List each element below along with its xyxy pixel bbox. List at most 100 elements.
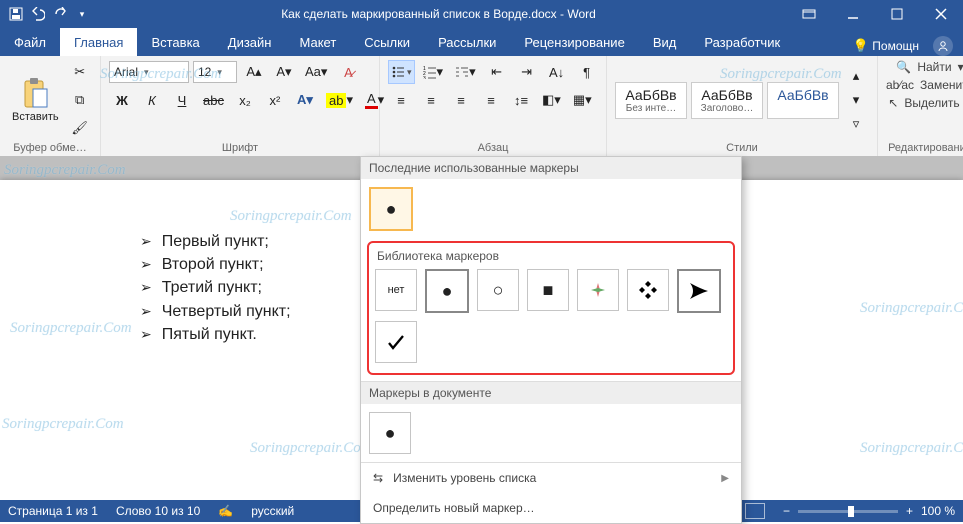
tab-insert[interactable]: Вставка xyxy=(137,28,213,56)
underline-button[interactable]: Ч xyxy=(169,88,195,112)
tab-layout[interactable]: Макет xyxy=(285,28,350,56)
bullet-square[interactable]: ■ xyxy=(527,269,569,311)
tab-design[interactable]: Дизайн xyxy=(214,28,286,56)
select-label: Выделить xyxy=(904,96,959,110)
bullet-circle[interactable]: ○ xyxy=(477,269,519,311)
cursor-icon: ↖ xyxy=(888,96,898,110)
bullet-none[interactable]: нет xyxy=(375,269,417,311)
superscript-button[interactable]: x² xyxy=(262,88,288,112)
decrease-indent-button[interactable]: ⇤ xyxy=(484,60,510,84)
borders-button[interactable]: ▦▾ xyxy=(569,88,596,112)
replace-icon: ab⁄ac xyxy=(886,78,914,92)
bullet-disc[interactable]: ● xyxy=(425,269,469,313)
line-spacing-button[interactable]: ↕≡ xyxy=(508,88,534,112)
align-right-button[interactable]: ≡ xyxy=(448,88,474,112)
justify-button[interactable]: ≡ xyxy=(478,88,504,112)
style-normal[interactable]: АаБбВв Без инте… xyxy=(615,82,687,119)
font-size-combo[interactable]: 12▾ xyxy=(193,61,237,83)
sort-button[interactable]: A↓ xyxy=(544,60,570,84)
list-text: Первый пункт; xyxy=(162,230,269,253)
style-accent[interactable]: АаБбВв xyxy=(767,82,839,119)
ribbon-display-options-icon[interactable] xyxy=(787,0,831,28)
bullet-arrowhead[interactable] xyxy=(677,269,721,313)
find-button[interactable]: 🔍Найти ▾ xyxy=(896,60,963,74)
replace-button[interactable]: ab⁄acЗаменить xyxy=(886,78,963,92)
close-button[interactable] xyxy=(919,0,963,28)
minimize-button[interactable] xyxy=(831,0,875,28)
bullet-indoc-disc[interactable]: ● xyxy=(369,412,411,454)
zoom-in-icon[interactable]: + xyxy=(906,504,913,518)
save-icon[interactable] xyxy=(8,6,24,22)
select-button[interactable]: ↖Выделить ▾ xyxy=(888,96,963,110)
find-label: Найти xyxy=(917,60,951,74)
font-name-combo[interactable]: Arial▾ xyxy=(109,61,189,83)
shrink-font-button[interactable]: A▾ xyxy=(271,60,297,84)
subscript-button[interactable]: x₂ xyxy=(232,88,258,112)
tab-file[interactable]: Файл xyxy=(0,28,60,56)
zoom-slider[interactable]: − + 100 % xyxy=(783,504,955,518)
style-heading[interactable]: АаБбВв Заголово… xyxy=(691,82,763,119)
bullet-diamonds[interactable] xyxy=(627,269,669,311)
dd-indoc-title: Маркеры в документе xyxy=(361,381,741,404)
list-text: Второй пункт; xyxy=(162,253,264,276)
strikethrough-button[interactable]: abc xyxy=(199,88,228,112)
tab-home[interactable]: Главная xyxy=(60,28,137,56)
status-language[interactable]: русский xyxy=(251,504,294,518)
tell-me[interactable]: 💡 Помощн xyxy=(853,38,919,54)
change-case-button[interactable]: Aa▾ xyxy=(301,60,331,84)
window-title: Как сделать маркированный список в Ворде… xyxy=(90,7,787,21)
tab-developer[interactable]: Разработчик xyxy=(690,28,794,56)
paste-button[interactable]: Вставить xyxy=(8,75,63,125)
clear-formatting-button[interactable]: A̷ xyxy=(335,60,361,84)
view-web-icon[interactable] xyxy=(745,503,765,519)
bullet-4diamond[interactable] xyxy=(577,269,619,311)
copy-button[interactable]: ⧉ xyxy=(67,88,93,112)
format-painter-button[interactable]: 🖌 xyxy=(67,116,93,140)
numbering-button[interactable]: 123▾ xyxy=(419,60,448,84)
align-left-button[interactable]: ≡ xyxy=(388,88,414,112)
paste-label: Вставить xyxy=(12,111,59,123)
define-new-label: Определить новый маркер… xyxy=(373,501,535,515)
italic-button[interactable]: К xyxy=(139,88,165,112)
list-text: Четвертый пункт; xyxy=(162,300,291,323)
styles-gallery-more-icon[interactable]: ▿ xyxy=(843,112,869,136)
show-marks-button[interactable]: ¶ xyxy=(574,60,600,84)
redo-icon[interactable] xyxy=(52,6,68,22)
styles-gallery-down-icon[interactable]: ▾ xyxy=(843,88,869,112)
grow-font-button[interactable]: A▴ xyxy=(241,60,267,84)
status-words[interactable]: Слово 10 из 10 xyxy=(116,504,200,518)
cut-button[interactable]: ✂ xyxy=(67,60,93,84)
change-list-level[interactable]: ⇆ Изменить уровень списка ▶ xyxy=(361,463,741,493)
tab-view[interactable]: Вид xyxy=(639,28,691,56)
increase-indent-button[interactable]: ⇥ xyxy=(514,60,540,84)
arrow-bullet-icon: ➢ xyxy=(140,301,152,321)
arrow-bullet-icon: ➢ xyxy=(140,254,152,274)
shading-button[interactable]: ◧▾ xyxy=(538,88,565,112)
maximize-button[interactable] xyxy=(875,0,919,28)
tab-mailings[interactable]: Рассылки xyxy=(424,28,510,56)
bullet-recent-disc[interactable]: ● xyxy=(369,187,413,231)
tell-me-label: Помощн xyxy=(872,39,919,53)
undo-icon[interactable] xyxy=(30,6,46,22)
share-icon[interactable] xyxy=(933,36,953,56)
qat-customize-icon[interactable]: ▾ xyxy=(74,6,90,22)
multilevel-list-button[interactable]: ▾ xyxy=(451,60,480,84)
styles-gallery-up-icon[interactable]: ▴ xyxy=(843,64,869,88)
bold-button[interactable]: Ж xyxy=(109,88,135,112)
define-new-bullet[interactable]: Определить новый маркер… xyxy=(361,493,741,523)
tab-review[interactable]: Рецензирование xyxy=(510,28,638,56)
zoom-value[interactable]: 100 % xyxy=(921,504,955,518)
zoom-out-icon[interactable]: − xyxy=(783,504,790,518)
text-effects-button[interactable]: A▾ xyxy=(292,88,318,112)
title-bar: ▾ Как сделать маркированный список в Вор… xyxy=(0,0,963,28)
style-sample: АаБбВв xyxy=(774,87,832,103)
align-center-button[interactable]: ≡ xyxy=(418,88,444,112)
search-icon: 🔍 xyxy=(896,60,911,74)
ribbon: Вставить ✂ ⧉ 🖌 Буфер обме… Arial▾ 12▾ A▴… xyxy=(0,56,963,157)
tab-references[interactable]: Ссылки xyxy=(350,28,424,56)
status-page[interactable]: Страница 1 из 1 xyxy=(8,504,98,518)
bullets-split-button[interactable]: ▾ xyxy=(388,60,415,84)
bullet-checkmark[interactable] xyxy=(375,321,417,363)
highlight-button[interactable]: ab▾ xyxy=(322,88,357,112)
status-proofing-icon[interactable]: ✍ xyxy=(218,504,233,518)
